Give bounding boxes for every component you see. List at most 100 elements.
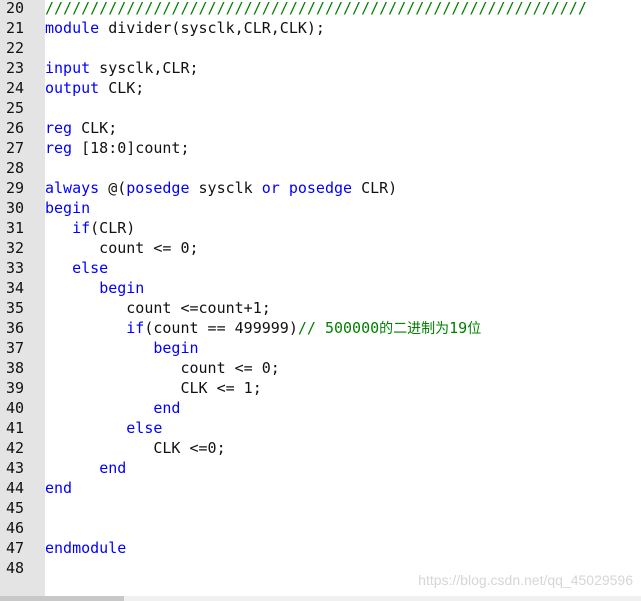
code-token: (CLR): [90, 219, 136, 237]
code-line[interactable]: 23 input sysclk,CLR;: [0, 58, 641, 78]
code-line[interactable]: 45: [0, 498, 641, 518]
code-line[interactable]: 36 if(count == 499999)// 500000的二进制为19位: [0, 318, 641, 338]
code-token: (count == 499999): [144, 319, 298, 337]
code-text: always @(posedge sysclk or posedge CLR): [45, 178, 397, 198]
code-line[interactable]: 22: [0, 38, 641, 58]
code-token: CLK <= 1;: [45, 379, 262, 397]
code-text: begin: [45, 338, 199, 358]
line-number: 47: [6, 539, 25, 557]
code-line[interactable]: 38 count <= 0;: [0, 358, 641, 378]
scrollbar-thumb[interactable]: [0, 596, 124, 601]
code-text: ////////////////////////////////////////…: [45, 0, 587, 18]
horizontal-scrollbar[interactable]: [0, 596, 641, 601]
code-line[interactable]: 26 reg CLK;: [0, 118, 641, 138]
line-number: 41: [6, 419, 25, 437]
code-editor[interactable]: 20 //////////////////////////////////////…: [0, 0, 641, 601]
code-line[interactable]: 40 end: [0, 398, 641, 418]
code-token: CLK <=0;: [45, 439, 226, 457]
code-line[interactable]: 28: [0, 158, 641, 178]
code-line[interactable]: 20 //////////////////////////////////////…: [0, 0, 641, 18]
keyword-token: endmodule: [45, 539, 127, 557]
code-text: input sysclk,CLR;: [45, 58, 199, 78]
code-token: @(: [99, 179, 127, 197]
line-number: 27: [6, 139, 25, 157]
code-line[interactable]: 47 endmodule: [0, 538, 641, 558]
line-number: 37: [6, 339, 25, 357]
line-number: 36: [6, 319, 25, 337]
line-number: 48: [6, 559, 25, 577]
comment-token: 位: [467, 321, 482, 337]
code-text: else: [45, 418, 162, 438]
code-line[interactable]: 34 begin: [0, 278, 641, 298]
code-line[interactable]: 41 else: [0, 418, 641, 438]
code-line[interactable]: 37 begin: [0, 338, 641, 358]
code-text: end: [45, 458, 126, 478]
line-number: 40: [6, 399, 25, 417]
keyword-token: posedge: [288, 179, 353, 197]
keyword-token: end: [99, 459, 127, 477]
keyword-token: begin: [153, 339, 199, 357]
line-number: 34: [6, 279, 25, 297]
code-line[interactable]: 29 always @(posedge sysclk or posedge CLR…: [0, 178, 641, 198]
keyword-token: begin: [99, 279, 145, 297]
code-text: CLK <=0;: [45, 438, 226, 458]
line-number: 32: [6, 239, 25, 257]
code-text: end: [45, 478, 72, 498]
keyword-token: end: [45, 479, 73, 497]
code-line[interactable]: 31 if(CLR): [0, 218, 641, 238]
line-number: 26: [6, 119, 25, 137]
keyword-token: else: [126, 419, 163, 437]
code-token: count <= 0;: [45, 239, 199, 257]
keyword-token: input: [45, 59, 91, 77]
code-token: count <=count+1;: [45, 299, 271, 317]
code-line[interactable]: 44 end: [0, 478, 641, 498]
code-line[interactable]: 21 module divider(sysclk,CLR,CLK);: [0, 18, 641, 38]
code-text: begin: [45, 198, 90, 218]
keyword-token: else: [72, 259, 109, 277]
comment-token: 的二进制为: [379, 321, 450, 337]
line-number: 24: [6, 79, 25, 97]
code-text: CLK <= 1;: [45, 378, 262, 398]
code-line[interactable]: 33 else: [0, 258, 641, 278]
keyword-token: reg: [45, 139, 73, 157]
line-number: 43: [6, 459, 25, 477]
code-line[interactable]: 42 CLK <=0;: [0, 438, 641, 458]
line-number: 33: [6, 259, 25, 277]
code-line[interactable]: 30 begin: [0, 198, 641, 218]
line-number: 39: [6, 379, 25, 397]
code-token: divider(sysclk,CLR,CLK);: [99, 19, 325, 37]
code-line[interactable]: 25: [0, 98, 641, 118]
code-text: module divider(sysclk,CLR,CLK);: [45, 18, 325, 38]
code-line[interactable]: 46: [0, 518, 641, 538]
line-number: 46: [6, 519, 25, 537]
keyword-token: if: [72, 219, 91, 237]
keyword-token: posedge: [126, 179, 190, 197]
code-line[interactable]: 43 end: [0, 458, 641, 478]
keyword-token: or: [261, 179, 280, 197]
code-text: if(count == 499999)// 500000的二进制为19位: [45, 318, 481, 339]
line-number: 23: [6, 59, 25, 77]
line-number: 31: [6, 219, 25, 237]
code-text: end: [45, 398, 180, 418]
code-token: CLR): [352, 179, 398, 197]
code-line[interactable]: 27 reg [18:0]count;: [0, 138, 641, 158]
code-line[interactable]: 39 CLK <= 1;: [0, 378, 641, 398]
code-line[interactable]: 35 count <=count+1;: [0, 298, 641, 318]
code-line[interactable]: 32 count <= 0;: [0, 238, 641, 258]
keyword-token: module: [45, 19, 100, 37]
comment-token: // 500000: [297, 319, 380, 337]
keyword-token: output: [45, 79, 100, 97]
code-line[interactable]: 24 output CLK;: [0, 78, 641, 98]
line-number: 38: [6, 359, 25, 377]
keyword-token: always: [45, 179, 100, 197]
code-token: CLK;: [72, 119, 118, 137]
keyword-token: begin: [45, 199, 91, 217]
code-text: if(CLR): [45, 218, 135, 238]
comment-token: ////////////////////////////////////////…: [45, 0, 587, 17]
